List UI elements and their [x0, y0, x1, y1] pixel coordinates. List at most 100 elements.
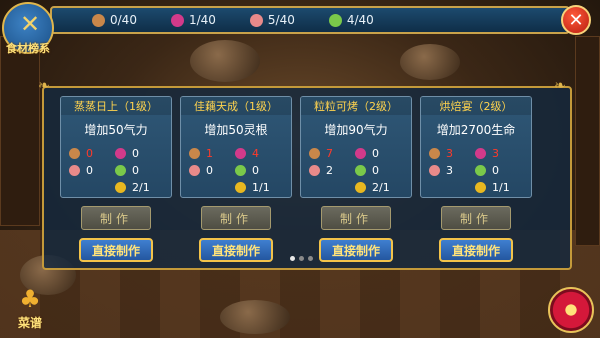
- steamer-pot: [400, 44, 460, 80]
- steamer-pot: [190, 40, 260, 82]
- ingredient-flower: 3: [475, 147, 499, 160]
- flower-icon: [170, 13, 184, 27]
- mushroom-icon: [309, 148, 320, 159]
- direct-make-button[interactable]: 直接制作: [79, 238, 153, 262]
- ingredient-coin: 1/1: [235, 181, 270, 194]
- recipe-card[interactable]: 佳藕天成（1级） 增加50灵根 1 4 0 0 1/1: [180, 96, 292, 198]
- herb-icon: [235, 165, 246, 176]
- left-shelf: [0, 36, 40, 226]
- ingredient-herb: 0: [355, 164, 379, 177]
- mushroom-icon: [92, 13, 105, 27]
- flower-icon: [115, 148, 126, 159]
- make-button[interactable]: 制作: [441, 206, 511, 230]
- ingredient-count: 0: [492, 164, 499, 177]
- coin-icon: [475, 182, 486, 193]
- coin-count: 1/1: [252, 181, 270, 194]
- resource-mushroom: 0/40: [92, 13, 137, 27]
- ingredient-coin: 1/1: [475, 181, 510, 194]
- make-button[interactable]: 制作: [81, 206, 151, 230]
- mushroom-icon: [69, 148, 80, 159]
- resource-herb: 4/40: [328, 13, 374, 27]
- ingredient-count: 0: [252, 164, 259, 177]
- page-dot[interactable]: [299, 256, 304, 261]
- recipe-book-button[interactable]: ♣ 菜谱: [4, 284, 56, 334]
- ingredient-meat: 0: [189, 164, 213, 177]
- meat-icon: [249, 13, 263, 27]
- close-button[interactable]: ✕: [561, 5, 591, 35]
- meat-icon: [69, 165, 80, 176]
- recipe-card[interactable]: 烘焙宴（2级） 增加2700生命 3 3 3 0 1/1: [420, 96, 532, 198]
- herb-icon: [115, 165, 126, 176]
- ingredient-meat: 2: [309, 164, 333, 177]
- recipe-title: 粒粒可烤（2级）: [301, 97, 411, 115]
- meat-icon: [189, 165, 200, 176]
- ingredient-count: 2: [326, 164, 333, 177]
- ingredient-count: 3: [446, 147, 453, 160]
- direct-make-button[interactable]: 直接制作: [199, 238, 273, 262]
- page-indicator: [290, 256, 317, 261]
- ingredient-herb: 0: [475, 164, 499, 177]
- resource-value: 4/40: [346, 13, 374, 27]
- coin-icon: [235, 182, 246, 193]
- ingredient-count: 0: [86, 164, 93, 177]
- recipe-title: 佳藕天成（1级）: [181, 97, 291, 115]
- recipe-book-label: 菜谱: [17, 316, 42, 330]
- recipe-title: 蒸蒸日上（1级）: [61, 97, 171, 115]
- make-button[interactable]: 制作: [201, 206, 271, 230]
- meat-icon: [429, 165, 440, 176]
- recipe-effect: 增加2700生命: [436, 123, 516, 137]
- right-shelf: [575, 36, 600, 246]
- crossed-utensils-icon: ✕: [19, 10, 41, 38]
- flower-emblem-button[interactable]: [548, 287, 594, 333]
- herb-icon: [475, 165, 486, 176]
- ingredient-count: 0: [132, 164, 139, 177]
- mushroom-icon: [429, 148, 440, 159]
- page-dot[interactable]: [290, 256, 295, 261]
- coin-icon: [115, 182, 126, 193]
- ingredient-meat: 3: [429, 164, 453, 177]
- ingredient-mushroom: 0: [69, 147, 93, 160]
- resource-value: 5/40: [267, 13, 295, 27]
- gourd-icon: ♣: [19, 285, 41, 313]
- meat-icon: [309, 165, 320, 176]
- ingredient-ranking-badge[interactable]: ✕ 食材榜系: [2, 2, 54, 55]
- recipe-effect: 增加90气力: [324, 123, 388, 137]
- herb-icon: [328, 13, 342, 27]
- herb-icon: [355, 165, 366, 176]
- flower-icon: [475, 148, 486, 159]
- ingredient-mushroom: 3: [429, 147, 453, 160]
- ingredient-count: 0: [86, 147, 93, 160]
- ingredient-flower: 0: [355, 147, 379, 160]
- ingredient-flower: 0: [115, 147, 139, 160]
- resource-bar: 0/40 1/40 5/40 4/40: [50, 6, 570, 34]
- coin-icon: [355, 182, 366, 193]
- ingredient-coin: 2/1: [355, 181, 390, 194]
- ingredient-mushroom: 1: [189, 147, 213, 160]
- ingredient-herb: 0: [235, 164, 259, 177]
- coin-count: 2/1: [132, 181, 150, 194]
- make-button[interactable]: 制作: [321, 206, 391, 230]
- ingredient-count: 0: [372, 164, 379, 177]
- flower-icon: [235, 148, 246, 159]
- ingredient-count: 0: [372, 147, 379, 160]
- page-dot[interactable]: [308, 256, 313, 261]
- ingredient-count: 3: [446, 164, 453, 177]
- resource-meat: 5/40: [249, 13, 295, 27]
- ingredient-coin: 2/1: [115, 181, 150, 194]
- mushroom-icon: [189, 148, 200, 159]
- flower-icon: [355, 148, 366, 159]
- badge-label: 食材榜系: [6, 42, 50, 55]
- ingredient-flower: 4: [235, 147, 259, 160]
- direct-make-button[interactable]: 直接制作: [439, 238, 513, 262]
- direct-make-button[interactable]: 直接制作: [319, 238, 393, 262]
- ingredient-mushroom: 7: [309, 147, 333, 160]
- ingredient-count: 1: [206, 147, 213, 160]
- resource-value: 0/40: [110, 13, 137, 27]
- ingredient-count: 0: [206, 164, 213, 177]
- resource-value: 1/40: [188, 13, 216, 27]
- recipe-card[interactable]: 蒸蒸日上（1级） 增加50气力 0 0 0 0 2/1: [60, 96, 172, 198]
- corner-ornament-icon: ❧: [554, 78, 566, 94]
- recipe-card[interactable]: 粒粒可烤（2级） 增加90气力 7 0 2 0 2/1: [300, 96, 412, 198]
- coin-count: 1/1: [492, 181, 510, 194]
- ingredient-herb: 0: [115, 164, 139, 177]
